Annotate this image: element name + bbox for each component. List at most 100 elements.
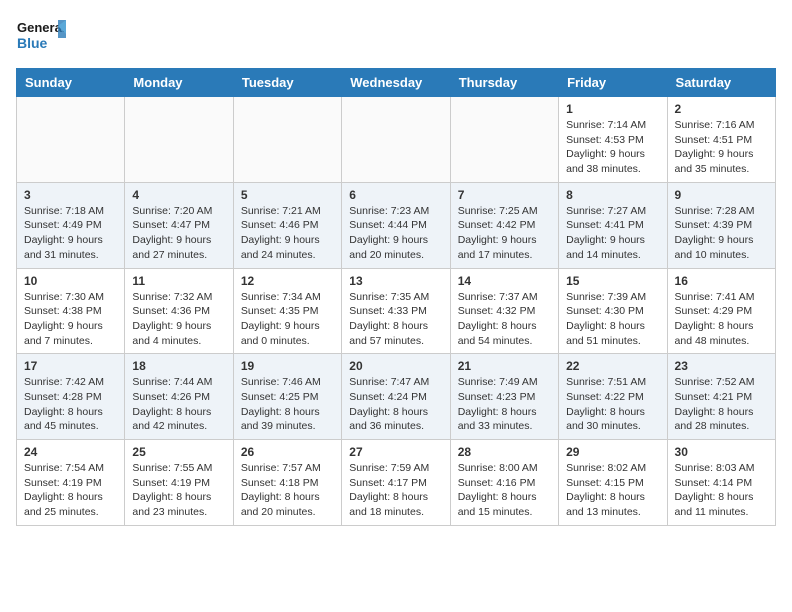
- week-row-5: 24 Sunrise: 7:54 AM Sunset: 4:19 PM Dayli…: [17, 440, 776, 526]
- day-number: 10: [24, 274, 117, 288]
- day-number: 5: [241, 188, 334, 202]
- day-cell: 22 Sunrise: 7:51 AM Sunset: 4:22 PM Dayli…: [559, 354, 667, 440]
- day-info: Sunrise: 7:59 AM Sunset: 4:17 PM Dayligh…: [349, 461, 442, 520]
- day-number: 28: [458, 445, 551, 459]
- day-info: Sunrise: 7:20 AM Sunset: 4:47 PM Dayligh…: [132, 204, 225, 263]
- weekday-header-tuesday: Tuesday: [233, 69, 341, 97]
- day-cell: [125, 97, 233, 183]
- day-info: Sunrise: 8:00 AM Sunset: 4:16 PM Dayligh…: [458, 461, 551, 520]
- day-cell: 21 Sunrise: 7:49 AM Sunset: 4:23 PM Dayli…: [450, 354, 558, 440]
- day-info: Sunrise: 7:18 AM Sunset: 4:49 PM Dayligh…: [24, 204, 117, 263]
- svg-text:Blue: Blue: [17, 35, 48, 51]
- day-number: 22: [566, 359, 659, 373]
- week-row-3: 10 Sunrise: 7:30 AM Sunset: 4:38 PM Dayli…: [17, 268, 776, 354]
- day-cell: 11 Sunrise: 7:32 AM Sunset: 4:36 PM Dayli…: [125, 268, 233, 354]
- day-cell: 6Sunrise: 7:23 AM Sunset: 4:44 PM Daylig…: [342, 182, 450, 268]
- day-number: 30: [675, 445, 768, 459]
- day-number: 24: [24, 445, 117, 459]
- day-cell: 30 Sunrise: 8:03 AM Sunset: 4:14 PM Dayli…: [667, 440, 775, 526]
- week-row-2: 3 Sunrise: 7:18 AM Sunset: 4:49 PM Daylig…: [17, 182, 776, 268]
- day-info: Sunrise: 7:16 AM Sunset: 4:51 PM Dayligh…: [675, 118, 768, 177]
- day-number: 2: [675, 102, 768, 116]
- day-info: Sunrise: 7:39 AM Sunset: 4:30 PM Dayligh…: [566, 290, 659, 349]
- day-number: 27: [349, 445, 442, 459]
- weekday-header-thursday: Thursday: [450, 69, 558, 97]
- day-number: 9: [675, 188, 768, 202]
- day-info: Sunrise: 7:25 AM Sunset: 4:42 PM Dayligh…: [458, 204, 551, 263]
- day-info: Sunrise: 8:03 AM Sunset: 4:14 PM Dayligh…: [675, 461, 768, 520]
- day-info: Sunrise: 7:57 AM Sunset: 4:18 PM Dayligh…: [241, 461, 334, 520]
- day-cell: 3 Sunrise: 7:18 AM Sunset: 4:49 PM Daylig…: [17, 182, 125, 268]
- day-info: Sunrise: 7:55 AM Sunset: 4:19 PM Dayligh…: [132, 461, 225, 520]
- day-number: 1: [566, 102, 659, 116]
- weekday-header-sunday: Sunday: [17, 69, 125, 97]
- logo-svg: General Blue: [16, 16, 66, 60]
- day-cell: 1Sunrise: 7:14 AM Sunset: 4:53 PM Daylig…: [559, 97, 667, 183]
- day-cell: 25 Sunrise: 7:55 AM Sunset: 4:19 PM Dayli…: [125, 440, 233, 526]
- day-number: 16: [675, 274, 768, 288]
- day-info: Sunrise: 7:49 AM Sunset: 4:23 PM Dayligh…: [458, 375, 551, 434]
- day-cell: 18Sunrise: 7:44 AM Sunset: 4:26 PM Dayli…: [125, 354, 233, 440]
- day-info: Sunrise: 7:42 AM Sunset: 4:28 PM Dayligh…: [24, 375, 117, 434]
- weekday-header-monday: Monday: [125, 69, 233, 97]
- day-cell: 14Sunrise: 7:37 AM Sunset: 4:32 PM Dayli…: [450, 268, 558, 354]
- day-cell: [233, 97, 341, 183]
- day-info: Sunrise: 7:30 AM Sunset: 4:38 PM Dayligh…: [24, 290, 117, 349]
- day-info: Sunrise: 7:47 AM Sunset: 4:24 PM Dayligh…: [349, 375, 442, 434]
- day-cell: 13Sunrise: 7:35 AM Sunset: 4:33 PM Dayli…: [342, 268, 450, 354]
- day-info: Sunrise: 7:41 AM Sunset: 4:29 PM Dayligh…: [675, 290, 768, 349]
- day-info: Sunrise: 7:54 AM Sunset: 4:19 PM Dayligh…: [24, 461, 117, 520]
- week-row-1: 1Sunrise: 7:14 AM Sunset: 4:53 PM Daylig…: [17, 97, 776, 183]
- day-number: 4: [132, 188, 225, 202]
- day-cell: 26 Sunrise: 7:57 AM Sunset: 4:18 PM Dayli…: [233, 440, 341, 526]
- day-number: 12: [241, 274, 334, 288]
- day-info: Sunrise: 7:52 AM Sunset: 4:21 PM Dayligh…: [675, 375, 768, 434]
- day-cell: 19Sunrise: 7:46 AM Sunset: 4:25 PM Dayli…: [233, 354, 341, 440]
- day-cell: [450, 97, 558, 183]
- day-cell: 12 Sunrise: 7:34 AM Sunset: 4:35 PM Dayli…: [233, 268, 341, 354]
- day-cell: 29 Sunrise: 8:02 AM Sunset: 4:15 PM Dayli…: [559, 440, 667, 526]
- day-cell: [342, 97, 450, 183]
- day-cell: [17, 97, 125, 183]
- day-info: Sunrise: 7:51 AM Sunset: 4:22 PM Dayligh…: [566, 375, 659, 434]
- day-cell: 28 Sunrise: 8:00 AM Sunset: 4:16 PM Dayli…: [450, 440, 558, 526]
- day-number: 19: [241, 359, 334, 373]
- day-cell: 8 Sunrise: 7:27 AM Sunset: 4:41 PM Daylig…: [559, 182, 667, 268]
- day-number: 17: [24, 359, 117, 373]
- day-info: Sunrise: 7:27 AM Sunset: 4:41 PM Dayligh…: [566, 204, 659, 263]
- day-cell: 24 Sunrise: 7:54 AM Sunset: 4:19 PM Dayli…: [17, 440, 125, 526]
- day-number: 3: [24, 188, 117, 202]
- day-number: 15: [566, 274, 659, 288]
- day-cell: 27 Sunrise: 7:59 AM Sunset: 4:17 PM Dayli…: [342, 440, 450, 526]
- day-cell: 5 Sunrise: 7:21 AM Sunset: 4:46 PM Daylig…: [233, 182, 341, 268]
- day-info: Sunrise: 7:37 AM Sunset: 4:32 PM Dayligh…: [458, 290, 551, 349]
- day-cell: 15 Sunrise: 7:39 AM Sunset: 4:30 PM Dayli…: [559, 268, 667, 354]
- day-number: 26: [241, 445, 334, 459]
- logo: General Blue: [16, 16, 66, 60]
- day-cell: 7 Sunrise: 7:25 AM Sunset: 4:42 PM Daylig…: [450, 182, 558, 268]
- weekday-header-wednesday: Wednesday: [342, 69, 450, 97]
- day-number: 25: [132, 445, 225, 459]
- week-row-4: 17 Sunrise: 7:42 AM Sunset: 4:28 PM Dayli…: [17, 354, 776, 440]
- weekday-header-row: SundayMondayTuesdayWednesdayThursdayFrid…: [17, 69, 776, 97]
- day-number: 8: [566, 188, 659, 202]
- day-info: Sunrise: 7:44 AM Sunset: 4:26 PM Dayligh…: [132, 375, 225, 434]
- calendar: SundayMondayTuesdayWednesdayThursdayFrid…: [16, 68, 776, 526]
- day-number: 20: [349, 359, 442, 373]
- day-number: 21: [458, 359, 551, 373]
- weekday-header-saturday: Saturday: [667, 69, 775, 97]
- day-info: Sunrise: 7:21 AM Sunset: 4:46 PM Dayligh…: [241, 204, 334, 263]
- day-number: 23: [675, 359, 768, 373]
- day-number: 13: [349, 274, 442, 288]
- weekday-header-friday: Friday: [559, 69, 667, 97]
- day-number: 29: [566, 445, 659, 459]
- header: General Blue: [16, 16, 776, 60]
- day-info: Sunrise: 8:02 AM Sunset: 4:15 PM Dayligh…: [566, 461, 659, 520]
- day-number: 11: [132, 274, 225, 288]
- day-info: Sunrise: 7:34 AM Sunset: 4:35 PM Dayligh…: [241, 290, 334, 349]
- day-info: Sunrise: 7:32 AM Sunset: 4:36 PM Dayligh…: [132, 290, 225, 349]
- day-cell: 4 Sunrise: 7:20 AM Sunset: 4:47 PM Daylig…: [125, 182, 233, 268]
- day-cell: 2 Sunrise: 7:16 AM Sunset: 4:51 PM Daylig…: [667, 97, 775, 183]
- day-number: 7: [458, 188, 551, 202]
- day-cell: 17 Sunrise: 7:42 AM Sunset: 4:28 PM Dayli…: [17, 354, 125, 440]
